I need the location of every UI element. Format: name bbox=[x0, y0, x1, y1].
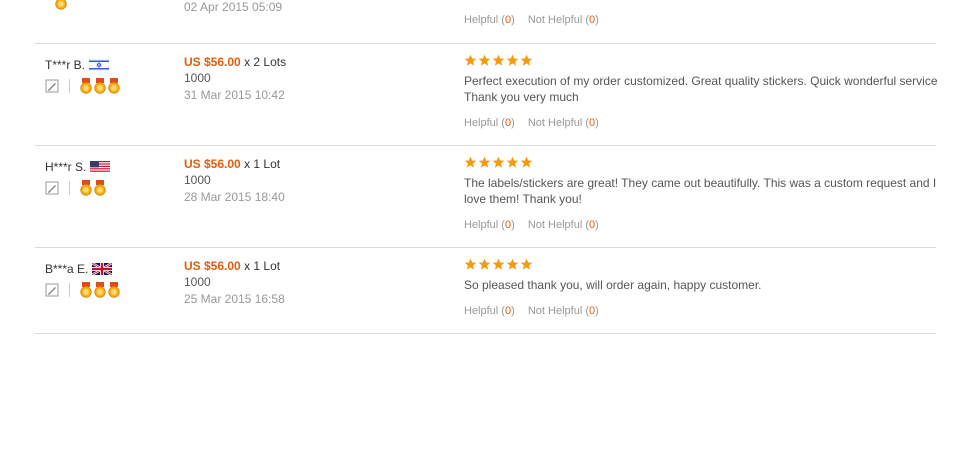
medal-icon bbox=[108, 78, 120, 94]
star-icon bbox=[464, 156, 477, 169]
review-date: 02 Apr 2015 05:09 bbox=[184, 0, 283, 14]
order-info: US $56.00 x 1 Lot 1000 25 Mar 2015 16:58 bbox=[184, 259, 285, 306]
star-icon bbox=[520, 258, 533, 271]
not-helpful-link[interactable]: Not Helpful (0) bbox=[528, 14, 599, 26]
medal-icon bbox=[55, 0, 67, 10]
israel-flag-icon bbox=[88, 58, 110, 72]
review-date: 25 Mar 2015 16:58 bbox=[184, 292, 285, 306]
star-icon bbox=[492, 258, 505, 271]
medal-icon bbox=[80, 180, 92, 196]
variant: 1000 bbox=[184, 71, 211, 85]
quantity: x 1 Lot bbox=[244, 157, 281, 171]
review-content: So pleased thank you, will order again, … bbox=[464, 258, 936, 318]
helpful-link[interactable]: Helpful (0) bbox=[464, 14, 515, 26]
helpful-link[interactable]: Helpful (0) bbox=[464, 219, 515, 231]
star-icon bbox=[478, 258, 491, 271]
quantity: x 1 Lot bbox=[244, 259, 281, 273]
star-icon bbox=[520, 156, 533, 169]
star-icon bbox=[464, 54, 477, 67]
review-date: 31 Mar 2015 10:42 bbox=[184, 88, 285, 102]
not-helpful-link[interactable]: Not Helpful (0) bbox=[528, 305, 599, 317]
not-helpful-link[interactable]: Not Helpful (0) bbox=[528, 117, 599, 129]
review-row: B***a E. US $56.00 x 1 Lot 1000 25 Mar 2… bbox=[35, 248, 936, 334]
divider bbox=[69, 79, 70, 93]
usa-flag-icon bbox=[90, 161, 111, 173]
star-icon bbox=[506, 258, 519, 271]
edit-icon[interactable] bbox=[45, 283, 59, 297]
star-icon bbox=[492, 156, 505, 169]
feedback-list: 02 Apr 2015 05:09 Helpful (0) Not Helpfu… bbox=[35, 0, 938, 334]
review-row: H***r S. US $56.00 x 1 Lot 1000 28 Mar 2… bbox=[35, 146, 936, 248]
price: US $56.00 bbox=[184, 259, 241, 273]
edit-icon[interactable] bbox=[45, 181, 59, 195]
star-icon bbox=[478, 54, 491, 67]
order-info: US $56.00 x 1 Lot 1000 28 Mar 2015 18:40 bbox=[184, 157, 285, 204]
review-content: The labels/stickers are great! They came… bbox=[464, 156, 936, 232]
review-date: 28 Mar 2015 18:40 bbox=[184, 190, 285, 204]
medal-icon bbox=[94, 282, 106, 298]
medal-icon bbox=[94, 180, 106, 196]
star-icon bbox=[478, 156, 491, 169]
quantity: x 2 Lots bbox=[244, 55, 287, 69]
reviewer-name: B***a E. bbox=[45, 262, 89, 276]
medal-icon bbox=[80, 78, 92, 94]
reviewer-name: H***r S. bbox=[45, 160, 87, 174]
star-rating bbox=[464, 156, 936, 170]
helpful-link[interactable]: Helpful (0) bbox=[464, 305, 515, 317]
price: US $56.00 bbox=[184, 157, 241, 171]
uk-flag-icon bbox=[91, 261, 113, 277]
price: US $56.00 bbox=[184, 55, 241, 69]
reviewer-info: B***a E. bbox=[45, 261, 122, 298]
star-icon bbox=[492, 54, 505, 67]
review-row: T***r B. US $56.00 x 2 Lots 1000 31 Mar … bbox=[35, 44, 938, 146]
star-icon bbox=[506, 156, 519, 169]
review-content: Perfect execution of my order customized… bbox=[464, 54, 938, 130]
helpful-link[interactable]: Helpful (0) bbox=[464, 117, 515, 129]
reviewer-info: H***r S. bbox=[45, 160, 111, 196]
star-rating bbox=[464, 258, 936, 272]
not-helpful-link[interactable]: Not Helpful (0) bbox=[528, 219, 599, 231]
divider bbox=[69, 181, 70, 195]
order-info: 02 Apr 2015 05:09 bbox=[184, 0, 282, 14]
medal-icon bbox=[80, 282, 92, 298]
helpful-bar: Helpful (0) Not Helpful (0) bbox=[464, 304, 936, 318]
star-icon bbox=[506, 54, 519, 67]
reviewer-name: T***r B. bbox=[45, 58, 86, 72]
variant: 1000 bbox=[184, 173, 211, 187]
helpful-bar: Helpful (0) Not Helpful (0) bbox=[464, 116, 936, 130]
review-comment: Perfect execution of my order customized… bbox=[464, 74, 938, 104]
star-icon bbox=[520, 54, 533, 67]
medal-icon bbox=[94, 78, 106, 94]
reviewer-info: T***r B. bbox=[45, 58, 122, 94]
medal-icon bbox=[108, 282, 120, 298]
order-info: US $56.00 x 2 Lots 1000 31 Mar 2015 10:4… bbox=[184, 55, 286, 102]
review-row: 02 Apr 2015 05:09 Helpful (0) Not Helpfu… bbox=[35, 0, 936, 44]
star-rating bbox=[464, 54, 936, 68]
helpful-bar: Helpful (0) Not Helpful (0) bbox=[464, 218, 936, 232]
edit-icon[interactable] bbox=[45, 79, 59, 93]
star-icon bbox=[464, 258, 477, 271]
helpful-bar: Helpful (0) Not Helpful (0) bbox=[464, 13, 936, 27]
divider bbox=[69, 283, 70, 297]
variant: 1000 bbox=[184, 275, 211, 289]
review-comment: The labels/stickers are great! They came… bbox=[464, 176, 937, 206]
review-comment: So pleased thank you, will order again, … bbox=[464, 278, 762, 292]
